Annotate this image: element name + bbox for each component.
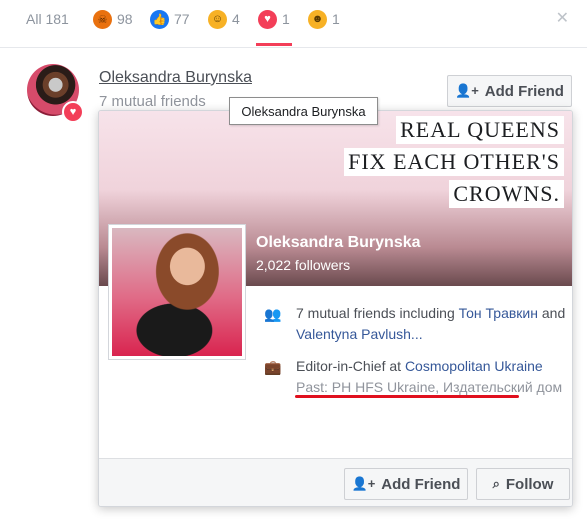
- tab-haha[interactable]: ☻ 1: [308, 6, 340, 32]
- mutual-friends-info: 👥 7 mutual friends including Тон Травкин…: [264, 303, 572, 347]
- reaction-tabs: All 181 ☠ 98 👍 77 ☺ 4 ♥ 1 ☻ 1 ✕: [0, 0, 587, 48]
- wow-reaction-icon: ☺: [208, 9, 227, 29]
- tab-angry-count: 98: [117, 11, 133, 27]
- mutual-prefix: 7 mutual friends including: [296, 305, 459, 321]
- love-reaction-icon: ♥: [258, 9, 277, 29]
- card-add-friend-label: Add Friend: [381, 475, 461, 493]
- profile-hovercard: REAL QUEENS FIX EACH OTHER'S CROWNS. Ole…: [98, 110, 573, 507]
- work-info: 💼 Editor-in-Chief at Cosmopolitan Ukrain…: [264, 356, 572, 441]
- mutual-friend-link-1[interactable]: Тон Травкин: [459, 305, 538, 321]
- angry-reaction-icon: ☠: [93, 9, 112, 29]
- red-underline-annotation: [295, 395, 519, 398]
- close-icon[interactable]: ✕: [556, 8, 569, 28]
- card-footer: 👤+ Add Friend ⌕ Follow: [99, 458, 572, 506]
- name-tooltip: Oleksandra Burynska: [229, 97, 378, 125]
- mutual-friends-text[interactable]: 7 mutual friends: [99, 93, 206, 110]
- friends-icon: 👥: [264, 306, 282, 322]
- tab-all[interactable]: All 181: [26, 6, 69, 32]
- like-reaction-icon: 👍: [150, 9, 169, 29]
- followers-count: 2,022 followers: [256, 257, 351, 273]
- company-link[interactable]: Cosmopolitan Ukraine: [405, 358, 543, 374]
- tab-all-label: All 181: [26, 11, 69, 27]
- active-tab-indicator: [256, 43, 292, 46]
- add-friend-label: Add Friend: [484, 82, 564, 100]
- add-friend-button[interactable]: 👤+ Add Friend: [447, 75, 572, 107]
- cover-quote-line-2: FIX EACH OTHER'S: [344, 148, 564, 176]
- briefcase-icon: 💼: [264, 359, 282, 375]
- reactor-name-link[interactable]: Oleksandra Burynska: [99, 69, 252, 87]
- tab-angry[interactable]: ☠ 98: [93, 6, 133, 32]
- rss-icon: ⌕: [492, 476, 500, 491]
- mutual-friend-link-2[interactable]: Valentyna Pavlush...: [296, 326, 423, 342]
- tab-love-count: 1: [282, 11, 290, 27]
- tab-like[interactable]: 👍 77: [150, 6, 190, 32]
- tab-like-count: 77: [174, 11, 190, 27]
- tab-wow-count: 4: [232, 11, 240, 27]
- cover-quote-line-1: REAL QUEENS: [396, 116, 564, 144]
- follow-button[interactable]: ⌕ Follow: [476, 468, 570, 500]
- add-friend-icon: 👤+: [455, 83, 479, 98]
- job-prefix: Editor-in-Chief at: [296, 358, 405, 374]
- reactions-dialog: All 181 ☠ 98 👍 77 ☺ 4 ♥ 1 ☻ 1 ✕ ♥ Oleksa…: [0, 0, 587, 519]
- add-friend-icon: 👤+: [351, 476, 376, 491]
- profile-picture[interactable]: [108, 224, 246, 360]
- tab-wow[interactable]: ☺ 4: [208, 6, 240, 32]
- haha-reaction-icon: ☻: [308, 9, 327, 29]
- card-name-link[interactable]: Oleksandra Burynska: [256, 234, 421, 252]
- tab-love[interactable]: ♥ 1: [258, 6, 290, 32]
- mutual-and: and: [537, 305, 566, 321]
- love-reaction-badge-icon: ♥: [62, 101, 84, 123]
- card-add-friend-button[interactable]: 👤+ Add Friend: [344, 468, 468, 500]
- cover-quote-line-3: CROWNS.: [449, 180, 564, 208]
- follow-label: Follow: [505, 475, 554, 493]
- tab-haha-count: 1: [332, 11, 340, 27]
